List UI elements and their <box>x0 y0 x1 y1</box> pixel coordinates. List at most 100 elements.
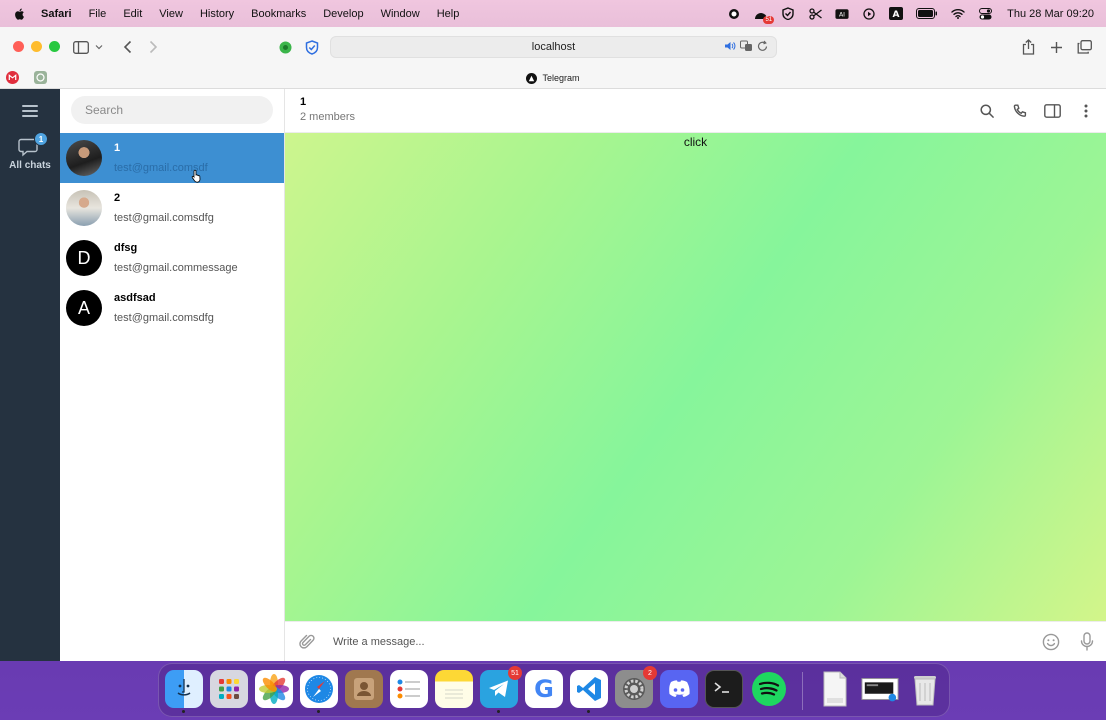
minimize-window-button[interactable] <box>31 41 42 52</box>
dock-telegram-icon[interactable]: 51 <box>480 666 522 713</box>
speaker-icon[interactable] <box>724 40 736 55</box>
search-icon[interactable] <box>978 102 995 119</box>
control-center-icon[interactable] <box>978 7 992 21</box>
menu-app-name[interactable]: Safari <box>41 8 72 20</box>
microphone-icon[interactable] <box>1080 632 1094 651</box>
close-window-button[interactable] <box>13 41 24 52</box>
dock-screenshot-preview-icon[interactable] <box>861 670 899 708</box>
chat-member-count: 2 members <box>300 111 356 123</box>
dock-discord-icon[interactable] <box>660 670 698 708</box>
chat-name: dfsg <box>114 242 138 254</box>
chat-name: 2 <box>114 192 121 204</box>
translate-icon[interactable] <box>740 40 753 55</box>
dock-system-settings-icon[interactable]: 2 <box>615 666 657 708</box>
input-source-a-icon[interactable]: A <box>889 7 904 21</box>
menu-help[interactable]: Help <box>437 8 460 20</box>
phone-icon[interactable] <box>1011 102 1028 119</box>
dock-reminders-icon[interactable] <box>390 670 428 708</box>
chat-list-item[interactable]: D dfsg test@gmail.commessage <box>60 233 284 283</box>
active-tab[interactable]: Telegram <box>0 67 1106 89</box>
chat-preview: test@gmail.comsdfg <box>114 312 214 324</box>
menu-icon[interactable] <box>22 105 38 117</box>
menu-bar: Safari File Edit View History Bookmarks … <box>0 0 1106 27</box>
emoji-icon[interactable] <box>1042 633 1060 651</box>
menu-history[interactable]: History <box>200 8 234 20</box>
svg-text:G: G <box>534 675 554 703</box>
safari-window: localhost Telegram 1 All chats Search 1 … <box>0 27 1106 661</box>
dock-launchpad-icon[interactable] <box>210 670 248 708</box>
telegram-app: 1 All chats 1 test@gmail.comsdf 2 <box>0 89 1106 661</box>
zoom-window-button[interactable] <box>49 41 60 52</box>
chevron-down-icon[interactable] <box>94 39 104 55</box>
dock-vscode-icon[interactable] <box>570 670 608 713</box>
ai-icon[interactable]: AI <box>835 7 849 21</box>
avatar <box>66 190 102 226</box>
folder-label: All chats <box>9 160 51 171</box>
reload-icon[interactable] <box>757 40 768 55</box>
new-tab-icon[interactable] <box>1048 39 1064 55</box>
record-icon[interactable] <box>727 7 741 21</box>
scissors-icon[interactable] <box>808 7 822 21</box>
dock-finder-icon[interactable] <box>165 670 203 713</box>
dock-safari-icon[interactable] <box>300 670 338 713</box>
play-icon[interactable] <box>862 7 876 21</box>
extension-green-icon[interactable] <box>277 39 293 55</box>
back-icon[interactable] <box>119 39 135 55</box>
menu-bookmarks[interactable]: Bookmarks <box>251 8 306 20</box>
dock-trash-icon[interactable] <box>906 670 944 708</box>
menu-develop[interactable]: Develop <box>323 8 363 20</box>
dock-contacts-icon[interactable] <box>345 670 383 708</box>
sidebar-toggle-icon[interactable] <box>1044 102 1061 119</box>
dock-html-file-icon[interactable] <box>816 670 854 708</box>
dock-separator <box>802 672 803 710</box>
svg-text:A: A <box>893 10 900 20</box>
dashboard-icon[interactable]: 51 <box>754 7 775 24</box>
folder-rail: 1 All chats <box>0 89 60 661</box>
pointer-cursor-icon <box>191 169 201 183</box>
dock-chrome-icon[interactable]: G <box>525 670 563 708</box>
menu-window[interactable]: Window <box>381 8 420 20</box>
dock-spotify-icon[interactable] <box>750 670 788 708</box>
menu-file[interactable]: File <box>89 8 107 20</box>
menu-clock[interactable]: Thu 28 Mar 09:20 <box>1007 8 1094 20</box>
menu-view[interactable]: View <box>159 8 183 20</box>
avatar <box>66 140 102 176</box>
chat-title: 1 <box>300 96 307 108</box>
battery-icon[interactable] <box>916 7 938 21</box>
chat-name: asdfsad <box>114 292 156 304</box>
conversation-panel: 1 2 members click <box>285 89 1106 661</box>
chat-header[interactable]: 1 2 members <box>285 89 1106 133</box>
extension-shield-icon[interactable] <box>304 39 320 55</box>
chat-list-item[interactable]: 2 test@gmail.comsdfg <box>60 183 284 233</box>
shield-icon[interactable] <box>781 7 795 21</box>
wifi-icon[interactable] <box>951 7 965 21</box>
tab-overview-icon[interactable] <box>1076 39 1092 55</box>
folder-all-chats[interactable]: 1 All chats <box>0 132 60 171</box>
dock: 51 G 2 <box>158 663 950 717</box>
chat-bubbles-icon: 1 <box>18 132 48 157</box>
avatar: D <box>66 240 102 276</box>
paperclip-icon[interactable] <box>299 633 315 651</box>
tab-title-text: Telegram <box>542 73 580 83</box>
address-text: localhost <box>531 41 576 53</box>
chat-list-item[interactable]: A asdfsad test@gmail.comsdfg <box>60 283 284 333</box>
forward-icon[interactable] <box>145 39 161 55</box>
message-input[interactable] <box>333 630 1013 654</box>
address-bar[interactable]: localhost <box>330 36 777 58</box>
search-container <box>60 89 284 133</box>
sidebar-icon[interactable] <box>73 39 89 55</box>
dock-notes-icon[interactable] <box>435 670 473 708</box>
telegram-favicon-icon <box>526 72 538 84</box>
chat-list-item[interactable]: 1 test@gmail.comsdf <box>60 133 284 183</box>
more-options-icon[interactable] <box>1077 102 1094 119</box>
menu-edit[interactable]: Edit <box>123 8 142 20</box>
chat-name: 1 <box>114 142 121 154</box>
message-area[interactable]: click <box>285 133 1106 621</box>
apple-icon[interactable] <box>13 7 27 21</box>
dock-terminal-icon[interactable] <box>705 670 743 708</box>
search-input[interactable] <box>71 96 273 124</box>
dock-photos-icon[interactable] <box>255 670 293 708</box>
share-icon[interactable] <box>1020 39 1036 55</box>
svg-text:AI: AI <box>839 11 845 18</box>
tab-bar: Telegram <box>0 67 1106 89</box>
